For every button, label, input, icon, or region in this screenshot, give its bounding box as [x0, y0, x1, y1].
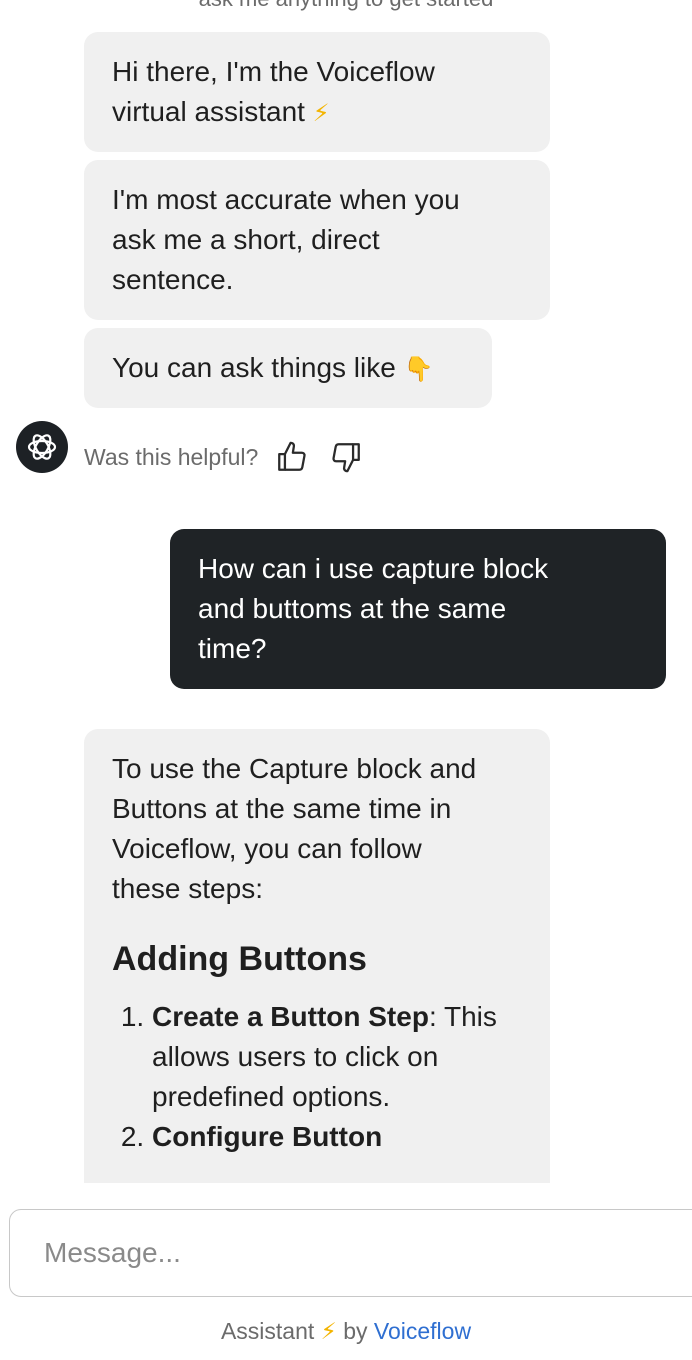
answer-steps-list: Create a Button Step: This allows users … — [112, 997, 522, 1157]
feedback-row: Was this helpful? — [84, 437, 380, 477]
step-1-separator: : — [428, 1001, 437, 1032]
user-message: How can i use capture block and buttoms … — [170, 529, 666, 689]
answer-line-4: these steps: — [112, 873, 263, 904]
accuracy-line-1: I'm most accurate when you — [112, 184, 460, 215]
user-line-3: time? — [198, 633, 267, 664]
answer-line-1: To use the Capture block and — [112, 753, 477, 784]
pointing-down-emoji: 👇 — [403, 356, 434, 383]
answer-step-1: Create a Button Step: This allows users … — [152, 997, 522, 1117]
step-1-title: Create a Button Step — [152, 1001, 429, 1032]
bot-message-accuracy: I'm most accurate when you ask me a shor… — [84, 160, 550, 320]
examples-line: You can ask things like 👇 — [112, 352, 434, 383]
bot-message-answer: To use the Capture block and Buttons at … — [84, 729, 550, 1183]
step-2-title: Configure Button — [152, 1121, 383, 1152]
greeting-line-2: virtual assistant ⚡ — [112, 96, 330, 127]
voiceflow-logo-icon — [27, 434, 57, 460]
thumbs-down-button[interactable] — [326, 437, 366, 477]
accuracy-line-3: sentence. — [112, 264, 234, 295]
bot-message-greeting: Hi there, I'm the Voiceflow virtual assi… — [84, 32, 550, 152]
message-input[interactable] — [42, 1236, 606, 1270]
thumbs-up-icon — [278, 441, 306, 471]
assistant-avatar — [16, 421, 68, 473]
lightning-icon: ⚡ — [320, 1318, 337, 1344]
user-line-2: and buttoms at the same — [198, 593, 507, 624]
chat-transcript[interactable]: ask me anything to get started Hi there,… — [0, 0, 692, 1183]
clipped-intro-text: ask me anything to get started — [0, 0, 692, 12]
footer-prefix: Assistant — [220, 1318, 315, 1344]
thumbs-down-icon — [332, 443, 361, 473]
feedback-label: Was this helpful? — [84, 443, 259, 470]
lightning-emoji: ⚡ — [312, 100, 330, 127]
answer-heading: Adding Buttons — [112, 940, 367, 978]
greeting-line-1: Hi there, I'm the Voiceflow — [112, 56, 435, 87]
footer-by: by — [343, 1318, 368, 1344]
footer-attribution: Assistant ⚡ by Voiceflow — [0, 1318, 692, 1345]
answer-step-2: Configure Button — [152, 1117, 522, 1157]
voiceflow-link[interactable]: Voiceflow — [374, 1318, 471, 1344]
user-line-1: How can i use capture block — [198, 553, 549, 584]
accuracy-line-2: ask me a short, direct — [112, 224, 380, 255]
answer-line-2: Buttons at the same time in — [112, 793, 452, 824]
answer-line-3: Voiceflow, you can follow — [112, 833, 422, 864]
thumbs-up-button[interactable] — [272, 437, 312, 477]
bot-message-examples: You can ask things like 👇 — [84, 328, 492, 408]
message-composer — [9, 1209, 692, 1297]
